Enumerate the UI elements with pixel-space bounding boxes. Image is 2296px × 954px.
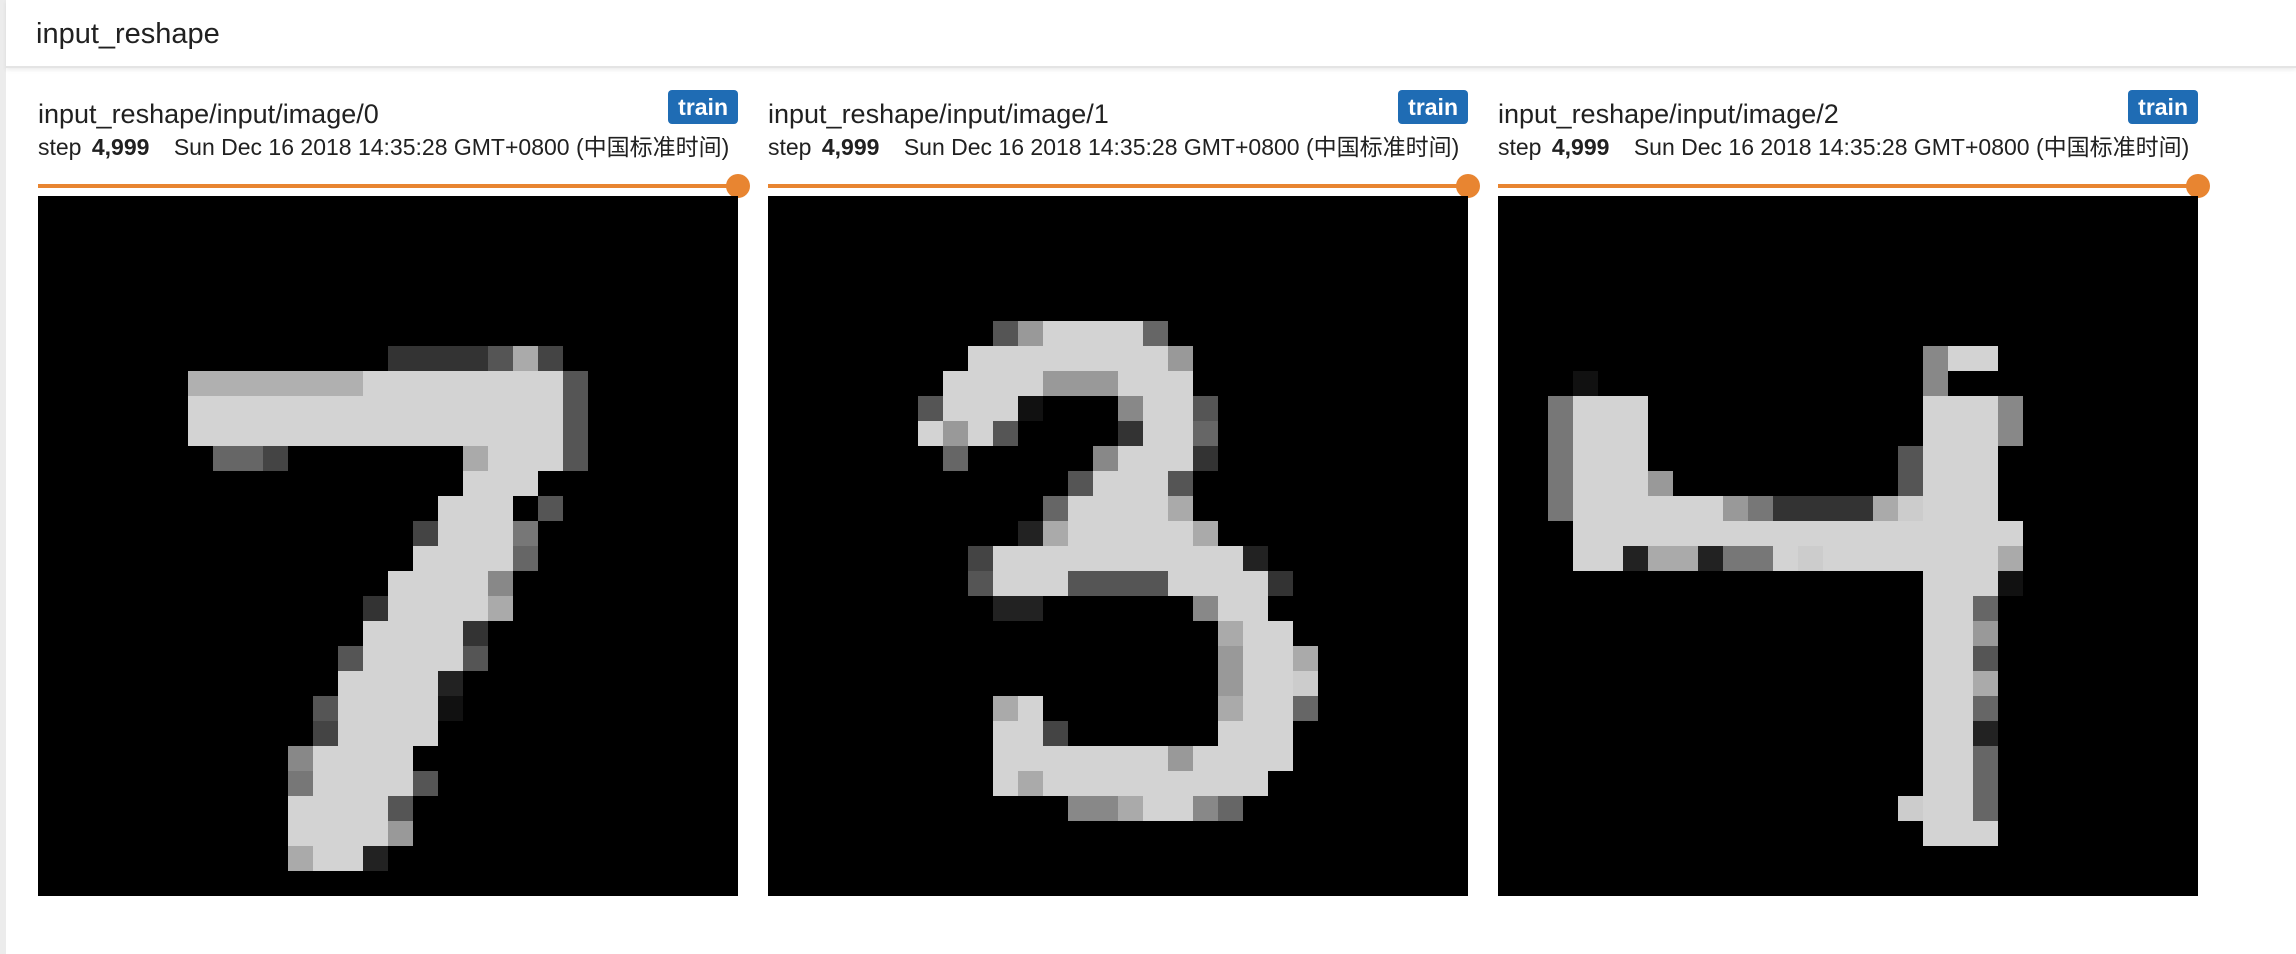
run-badge: train	[1398, 90, 1468, 124]
digit-3-image	[768, 196, 1468, 896]
sample-image-digit-4	[1498, 196, 2198, 896]
image-card-2: input_reshape/input/image/2 train step 4…	[1498, 88, 2210, 898]
sample-image-digit-3	[768, 196, 1468, 896]
slider-track[interactable]	[768, 184, 1468, 188]
slider-track[interactable]	[38, 184, 738, 188]
run-badge: train	[668, 90, 738, 124]
section-title: input_reshape	[36, 18, 220, 50]
step-info: step 4,999 Sun Dec 16 2018 14:35:28 GMT+…	[38, 132, 729, 162]
slider-thumb[interactable]	[1456, 174, 1480, 198]
run-badge: train	[2128, 90, 2198, 124]
card-title: input_reshape/input/image/0	[38, 99, 379, 129]
step-value: 4,999	[91, 134, 150, 160]
digit-4-image	[1498, 196, 2198, 896]
step-info: step 4,999 Sun Dec 16 2018 14:35:28 GMT+…	[768, 132, 1459, 162]
card-title: input_reshape/input/image/1	[768, 99, 1109, 129]
step-slider[interactable]	[1498, 174, 2210, 198]
image-card-0: input_reshape/input/image/0 train step 4…	[38, 88, 750, 898]
timestamp: Sun Dec 16 2018 14:35:28 GMT+0800 (中国标准时…	[173, 134, 730, 160]
timestamp: Sun Dec 16 2018 14:35:28 GMT+0800 (中国标准时…	[903, 134, 1460, 160]
slider-thumb[interactable]	[726, 174, 750, 198]
timestamp: Sun Dec 16 2018 14:35:28 GMT+0800 (中国标准时…	[1633, 134, 2190, 160]
step-slider[interactable]	[38, 174, 750, 198]
slider-thumb[interactable]	[2186, 174, 2210, 198]
digit-7-image	[38, 196, 738, 896]
image-card-1: input_reshape/input/image/1 train step 4…	[768, 88, 1480, 898]
step-value: 4,999	[821, 134, 880, 160]
slider-track[interactable]	[1498, 184, 2198, 188]
step-label: step	[1498, 134, 1542, 160]
section-header[interactable]: input_reshape	[6, 0, 2296, 68]
sample-image-digit-7	[38, 196, 738, 896]
step-slider[interactable]	[768, 174, 1480, 198]
step-info: step 4,999 Sun Dec 16 2018 14:35:28 GMT+…	[1498, 132, 2189, 162]
card-title: input_reshape/input/image/2	[1498, 99, 1839, 129]
step-label: step	[38, 134, 82, 160]
image-dashboard: input_reshape input_reshape/input/image/…	[0, 0, 2296, 954]
step-value: 4,999	[1551, 134, 1610, 160]
step-label: step	[768, 134, 812, 160]
